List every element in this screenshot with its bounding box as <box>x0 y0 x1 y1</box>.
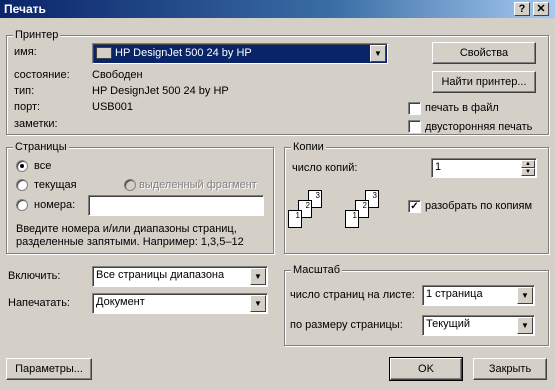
chevron-down-icon[interactable]: ▼ <box>517 317 533 334</box>
printer-type-value: HP DesignJet 500 24 by HP <box>92 85 229 97</box>
printer-name-value: HP DesignJet 500 24 by HP <box>115 47 252 59</box>
printer-notes-label: заметки: <box>14 118 58 130</box>
pages-hint: Введите номера и/или диапазоны страниц, … <box>16 223 244 248</box>
chevron-down-icon[interactable]: ▼ <box>370 45 386 62</box>
pages-all-radio[interactable] <box>16 160 28 172</box>
include-label: Включить: <box>8 270 61 282</box>
chevron-down-icon[interactable]: ▼ <box>250 295 266 312</box>
printer-group-label: Принтер <box>13 29 61 41</box>
print-to-file-checkbox[interactable] <box>408 102 421 115</box>
collate-illustration-2: 3 2 1 <box>345 190 393 240</box>
printer-name-label: имя: <box>14 46 37 58</box>
title-bar: Печать <box>0 0 555 18</box>
printer-icon <box>96 47 112 59</box>
close-window-button[interactable]: ✕ <box>533 2 549 16</box>
printer-status-value: Свободен <box>92 69 143 81</box>
pages-per-sheet-select[interactable]: 1 страница ▼ <box>422 285 535 306</box>
window-title: Печать <box>4 2 46 16</box>
pages-selection-label: выделенный фрагмент <box>139 179 257 191</box>
collate-checkbox[interactable]: ✓ <box>408 200 421 213</box>
print-what-value: Документ <box>96 296 145 308</box>
copies-count-value: 1 <box>435 161 442 173</box>
print-what-select[interactable]: Документ ▼ <box>92 293 268 314</box>
copies-count-stepper[interactable]: 1 ▲ ▼ <box>431 158 537 178</box>
include-value: Все страницы диапазона <box>96 269 225 281</box>
ok-button[interactable]: OK <box>389 357 463 381</box>
pages-numbers-input[interactable] <box>88 195 264 216</box>
pages-current-label: текущая <box>34 179 77 191</box>
pages-current-radio[interactable] <box>16 179 28 191</box>
pages-selection-radio[interactable] <box>124 179 136 191</box>
close-button[interactable]: Закрыть <box>473 358 547 380</box>
fit-to-page-label: по размеру страницы: <box>290 319 403 331</box>
pages-per-sheet-label: число страниц на листе: <box>290 289 415 301</box>
pages-all-label: все <box>34 160 52 172</box>
print-to-file-label: печать в файл <box>425 102 499 114</box>
page-icon: 1 <box>345 210 359 228</box>
page-icon: 1 <box>288 210 302 228</box>
pages-group-label: Страницы <box>13 141 69 153</box>
scale-group-label: Масштаб <box>291 264 343 276</box>
help-button[interactable]: ? <box>514 2 530 16</box>
copies-count-label: число копий: <box>292 162 358 174</box>
fit-to-page-value: Текущий <box>426 318 470 330</box>
collate-illustration-1: 3 2 1 <box>288 190 336 240</box>
pages-numbers-label: номера: <box>34 199 76 211</box>
chevron-down-icon[interactable]: ▼ <box>517 287 533 304</box>
printer-type-label: тип: <box>14 85 35 97</box>
printer-select[interactable]: HP DesignJet 500 24 by HP ▼ <box>92 43 388 64</box>
pages-numbers-radio[interactable] <box>16 199 28 211</box>
printer-port-label: порт: <box>14 101 41 113</box>
chevron-down-icon[interactable]: ▼ <box>250 268 266 285</box>
printer-port-value: USB001 <box>92 101 133 113</box>
collate-label: разобрать по копиям <box>425 200 533 212</box>
printer-status-label: состояние: <box>14 69 70 81</box>
spin-up-icon[interactable]: ▲ <box>521 160 535 168</box>
options-button[interactable]: Параметры... <box>6 358 92 380</box>
fit-to-page-select[interactable]: Текущий ▼ <box>422 315 535 336</box>
pages-per-sheet-value: 1 страница <box>426 288 483 300</box>
duplex-label: двусторонняя печать <box>425 121 533 133</box>
include-select[interactable]: Все страницы диапазона ▼ <box>92 266 268 287</box>
copies-group-label: Копии <box>291 141 326 153</box>
print-what-label: Напечатать: <box>8 297 70 309</box>
duplex-checkbox[interactable] <box>408 120 421 133</box>
spin-down-icon[interactable]: ▼ <box>521 168 535 176</box>
find-printer-button[interactable]: Найти принтер... <box>432 71 536 93</box>
properties-button[interactable]: Свойства <box>432 42 536 64</box>
